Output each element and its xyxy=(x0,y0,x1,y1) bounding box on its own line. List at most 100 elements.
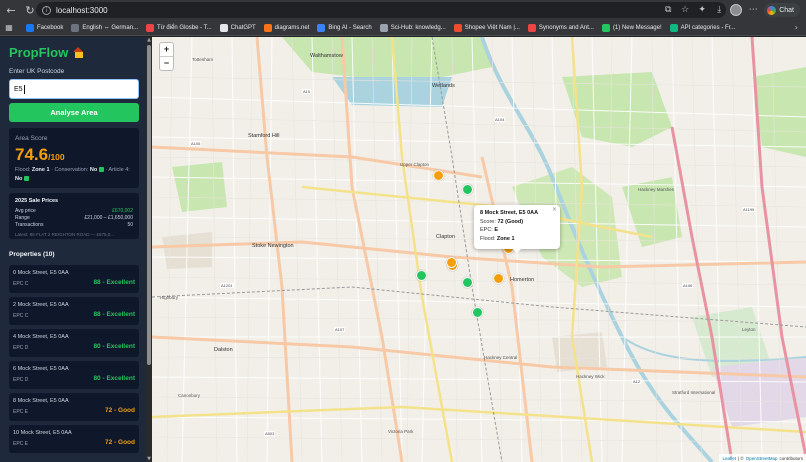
place-label: Tottenham xyxy=(192,57,214,62)
property-card[interactable]: 10 Mock Street, E5 0AA EPC E 72 - Good xyxy=(9,425,139,453)
address-bar[interactable]: i localhost:3000 xyxy=(36,2,726,18)
chat-label: Chat xyxy=(779,6,794,14)
downloads-icon[interactable]: ⤓ xyxy=(713,4,725,16)
app-title: PropFlow xyxy=(9,45,69,60)
property-marker[interactable] xyxy=(493,273,504,284)
popup-epc: EPC: E xyxy=(480,227,499,233)
property-address: 10 Mock Street, E5 0AA xyxy=(13,430,72,436)
bookmarks-overflow-icon[interactable]: › xyxy=(795,23,798,32)
property-marker[interactable] xyxy=(416,270,427,281)
bookmark-item[interactable]: Từ điển Glosbe - T... xyxy=(146,23,212,32)
scrollbar-thumb[interactable] xyxy=(147,45,151,365)
latest-sale: Latest: 86 FLAT 2 REIGHTON ROAD — £875,0… xyxy=(15,232,115,237)
road-label: A1199 xyxy=(742,207,756,212)
property-score: 72 - Good xyxy=(105,407,135,414)
popup-tip xyxy=(512,248,522,253)
bookmark-favicon-icon xyxy=(26,23,34,32)
place-label: Upper Clapton xyxy=(400,162,430,167)
chat-button[interactable]: Chat xyxy=(764,3,800,17)
bookmark-item[interactable]: Sci-Hub: knowledg... xyxy=(379,23,446,32)
range-row: Range £21,000 – £1,650,000 xyxy=(15,215,133,221)
bookmark-favicon-icon xyxy=(263,23,272,32)
bookmark-label: Shopee Việt Nam |... xyxy=(464,24,520,31)
url-text: localhost:3000 xyxy=(56,5,108,15)
bookmark-label: (1) New Message! xyxy=(612,24,662,31)
postcode-input[interactable]: E5 xyxy=(9,79,139,99)
place-label: Leyton xyxy=(742,327,756,332)
property-score: 72 - Good xyxy=(105,439,135,446)
back-icon[interactable]: ← xyxy=(3,2,19,18)
bookmark-label: Facebook xyxy=(37,24,64,31)
profile-avatar[interactable] xyxy=(730,4,743,16)
area-score-label: Area Score xyxy=(15,135,48,142)
popup-score: Score: 72 (Good) xyxy=(480,218,524,225)
sale-prices-title: 2025 Sale Prices xyxy=(15,198,59,204)
property-card[interactable]: 8 Mock Street, E5 0AA EPC E 72 - Good xyxy=(9,393,139,421)
bookmark-item[interactable]: English ⇔ German... xyxy=(71,23,138,32)
place-label: Victoria Park xyxy=(388,429,414,434)
property-marker[interactable] xyxy=(446,257,457,268)
bookmark-item[interactable]: Shopee Việt Nam |... xyxy=(453,23,520,32)
property-marker[interactable] xyxy=(472,307,483,318)
zoom-out-button[interactable]: − xyxy=(160,57,173,71)
bookmark-label: ChatGPT xyxy=(230,24,256,31)
property-epc: EPC D xyxy=(13,345,29,351)
avg-price-row: Avg price £670,002 xyxy=(15,208,133,214)
postcode-label: Enter UK Postcode xyxy=(9,68,65,75)
bookmark-favicon-icon xyxy=(379,23,388,32)
bookmark-item[interactable]: Bing AI - Search xyxy=(317,23,372,32)
property-marker[interactable] xyxy=(462,184,473,195)
area-score-value: 74.6/100 xyxy=(15,145,65,164)
browser-actions: ⧉ ☆ ✦ ⤓ ⋯ Chat xyxy=(662,0,806,20)
install-app-icon[interactable]: ⧉ xyxy=(662,4,674,16)
bookmark-star-icon[interactable]: ☆ xyxy=(679,4,691,16)
property-card[interactable]: 4 Mock Street, E5 0AA EPC D 80 - Excellent xyxy=(9,329,139,357)
bookmark-item[interactable]: API categories - Fr... xyxy=(669,23,735,32)
bookmark-item[interactable]: Facebook xyxy=(26,23,64,32)
bookmark-favicon-icon xyxy=(146,23,155,32)
property-epc: EPC E xyxy=(13,441,29,447)
bookmark-item[interactable]: diagrams.net xyxy=(263,23,309,32)
area-score-card: Area Score 74.6/100 Flood: Zone 1 · Cons… xyxy=(9,128,139,188)
place-label: Canonbury xyxy=(178,393,201,398)
leaflet-link[interactable]: Leaflet xyxy=(722,456,736,461)
bookmark-item[interactable]: ChatGPT xyxy=(219,23,256,32)
osm-link[interactable]: OpenStreetMap xyxy=(746,456,778,461)
place-label: Wetlands xyxy=(432,83,455,89)
analyse-area-button[interactable]: Analyse Area xyxy=(9,103,139,122)
property-card[interactable]: 6 Mock Street, E5 0AA EPC D 80 - Excellent xyxy=(9,361,139,389)
property-marker[interactable] xyxy=(462,277,473,288)
bookmark-favicon-icon xyxy=(71,23,80,32)
zoom-in-button[interactable]: + xyxy=(160,43,173,57)
site-info-icon[interactable]: i xyxy=(42,5,51,15)
extensions-icon[interactable]: ✦ xyxy=(696,4,708,16)
popup-close-button[interactable]: × xyxy=(552,206,557,213)
property-score: 80 - Excellent xyxy=(93,375,135,382)
bookmark-label: Bing AI - Search xyxy=(328,24,372,31)
property-card[interactable]: 2 Mock Street, E5 0AA EPC C 88 - Excellent xyxy=(9,297,139,325)
property-score: 88 - Excellent xyxy=(93,279,135,286)
property-epc: EPC C xyxy=(13,313,29,319)
road-label: A1201 xyxy=(220,283,234,288)
bookmark-favicon-icon xyxy=(601,23,610,32)
bookmark-favicon-icon xyxy=(317,23,326,32)
property-card[interactable]: 0 Mock Street, E5 0AA EPC C 88 - Excellent xyxy=(9,265,139,293)
check-icon xyxy=(23,175,29,181)
property-score: 88 - Excellent xyxy=(93,311,135,318)
browser-toolbar: ← ↻ i localhost:3000 ⧉ ☆ ✦ ⤓ ⋯ Chat xyxy=(0,0,806,20)
map-tiles xyxy=(152,37,806,462)
bookmark-item[interactable]: Synonyms and Ant... xyxy=(527,23,594,32)
map[interactable]: Walthamstow Wetlands Tottenham Stamford Hil… xyxy=(152,37,806,462)
menu-icon[interactable]: ⋯ xyxy=(747,4,759,16)
property-marker[interactable] xyxy=(433,170,444,181)
house-icon xyxy=(73,47,84,58)
apps-icon[interactable]: ▦ xyxy=(4,23,14,33)
bookmark-label: Synonyms and Ant... xyxy=(538,24,594,31)
bookmark-item[interactable]: (1) New Message! xyxy=(601,23,662,32)
road-label: A107 xyxy=(334,327,346,332)
property-address: 8 Mock Street, E5 0AA xyxy=(13,398,69,404)
bookmark-favicon-icon xyxy=(219,23,228,32)
property-epc: EPC C xyxy=(13,281,29,287)
property-epc: EPC E xyxy=(13,409,29,415)
property-address: 0 Mock Street, E5 0AA xyxy=(13,270,69,276)
